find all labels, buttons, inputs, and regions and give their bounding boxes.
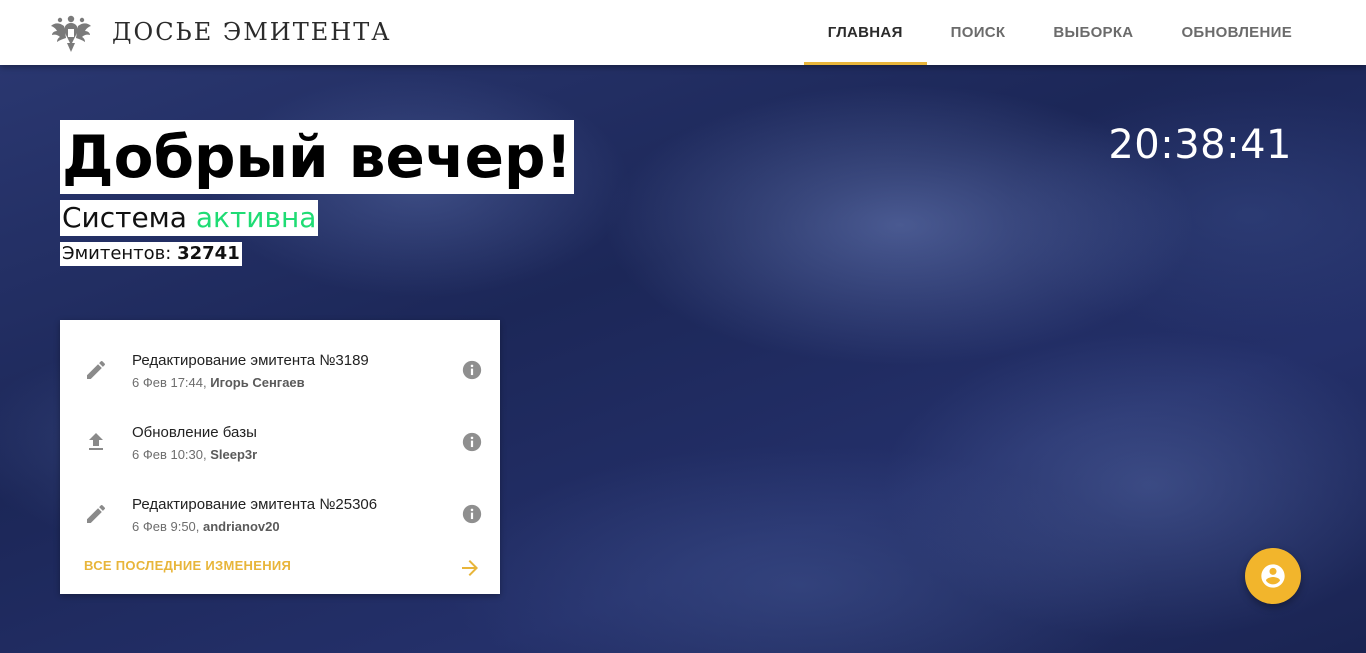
account-circle-icon xyxy=(1261,564,1285,588)
top-app-bar: ДОСЬЕ ЭМИТЕНТА ГЛАВНАЯ ПОИСК ВЫБОРКА ОБН… xyxy=(0,0,1366,65)
list-item-date: 6 Фев 9:50, xyxy=(132,519,200,534)
upload-icon xyxy=(89,433,103,450)
list-item[interactable]: Обновление базы 6 Фев 10:30, Sleep3r xyxy=(60,400,500,472)
nav-item-update[interactable]: ОБНОВЛЕНИЕ xyxy=(1157,0,1316,65)
list-item[interactable]: Редактирование эмитента №25306 6 Фев 9:5… xyxy=(60,472,500,544)
info-icon[interactable] xyxy=(461,431,483,453)
main-navigation: ГЛАВНАЯ ПОИСК ВЫБОРКА ОБНОВЛЕНИЕ xyxy=(803,0,1316,65)
system-status: Система активна xyxy=(60,200,319,236)
list-item-user: Sleep3r xyxy=(210,447,258,462)
list-item-title: Редактирование эмитента №25306 xyxy=(132,496,378,513)
list-item-date: 6 Фев 17:44, xyxy=(132,375,207,390)
all-changes-link[interactable]: ВСЕ ПОСЛЕДНИЕ ИЗМЕНЕНИЯ xyxy=(60,542,500,594)
all-changes-label: ВСЕ ПОСЛЕДНИЕ ИЗМЕНЕНИЯ xyxy=(84,558,292,573)
list-item-title: Обновление базы xyxy=(132,424,257,441)
info-icon[interactable] xyxy=(461,503,483,525)
list-item-meta: 6 Фев 9:50, andrianov20 xyxy=(132,519,280,534)
list-item-title: Редактирование эмитента №3189 xyxy=(132,352,369,369)
list-item-user: Игорь Сенгаев xyxy=(210,375,305,390)
list-item-meta: 6 Фев 10:30, Sleep3r xyxy=(132,447,257,462)
account-fab-button[interactable] xyxy=(1245,548,1301,604)
recent-changes-card: Редактирование эмитента №3189 6 Фев 17:4… xyxy=(60,320,500,594)
info-icon[interactable] xyxy=(461,359,483,381)
clock: 20:38:41 xyxy=(1108,122,1292,168)
nav-item-selection[interactable]: ВЫБОРКА xyxy=(1029,0,1157,65)
issuer-count-value: 32741 xyxy=(177,243,240,264)
system-status-label: Система xyxy=(62,201,187,234)
issuer-count: Эмитентов: 32741 xyxy=(60,242,242,266)
brand-title: ДОСЬЕ ЭМИТЕНТА xyxy=(112,18,392,46)
nav-item-search[interactable]: ПОИСК xyxy=(927,0,1030,65)
nav-item-main[interactable]: ГЛАВНАЯ xyxy=(803,0,927,65)
list-item-user: andrianov20 xyxy=(203,519,280,534)
pencil-icon xyxy=(87,504,106,523)
list-item-meta: 6 Фев 17:44, Игорь Сенгаев xyxy=(132,375,305,390)
list-item[interactable]: Редактирование эмитента №3189 6 Фев 17:4… xyxy=(60,328,500,400)
pencil-icon xyxy=(87,360,106,379)
system-status-value: активна xyxy=(195,201,317,234)
double-headed-eagle-icon xyxy=(51,15,91,52)
greeting-heading: Добрый вечер! xyxy=(60,120,574,194)
issuer-count-label: Эмитентов: xyxy=(62,243,172,264)
list-item-date: 6 Фев 10:30, xyxy=(132,447,207,462)
arrow-right-icon xyxy=(462,560,478,576)
